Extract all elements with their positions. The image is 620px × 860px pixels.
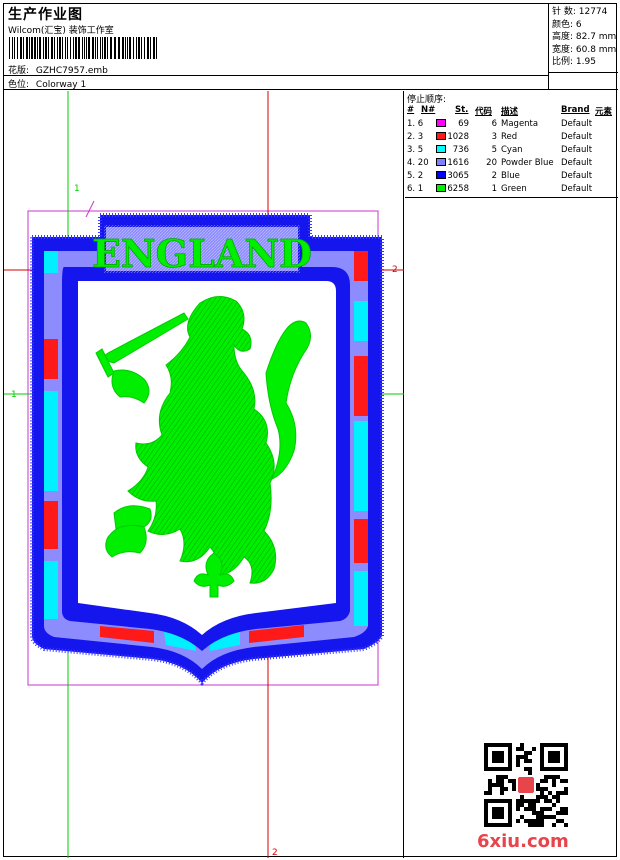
cell-index: 6. 1: [407, 184, 424, 194]
colorway-value: Colorway 1: [35, 80, 87, 90]
table-row: 5. 2 3065 2 Blue Default: [405, 170, 618, 183]
cell-code: 5: [491, 145, 497, 155]
cell-brand: Default: [561, 171, 593, 181]
table-row: 4. 20 1616 20 Powder Blue Default: [405, 157, 618, 170]
cell-stitches: 3065: [447, 171, 469, 181]
embroidery-preview: ENGLAND 1 2 1 2: [4, 91, 404, 858]
cell-stitches: 1616: [447, 158, 469, 168]
cell-brand: Default: [561, 145, 593, 155]
col-code: 代码: [475, 107, 493, 117]
stats-divider: [548, 72, 618, 73]
cell-brand: Default: [561, 132, 593, 142]
cell-description: Cyan: [501, 145, 523, 155]
axis-label-bottom: 2: [272, 848, 278, 858]
cell-index: 3. 5: [407, 145, 424, 155]
cell-index: 1. 6: [407, 119, 424, 129]
color-sequence-panel: 停止顺序: # N# St. 代码 描述 Brand 元素 1. 6 69 6 Mag…: [405, 91, 618, 858]
cell-index: 4. 20: [407, 158, 429, 168]
sheet-header: 生产作业图 Wilcom(汇宝) 装饰工作室 花版: GZHC7957.emb …: [4, 4, 618, 90]
design-preview: ENGLAND 1 2 1 2: [4, 91, 404, 858]
stat-scale: 比例: 1.95: [552, 57, 596, 67]
table-row: 2. 3 1028 3 Red Default: [405, 131, 618, 144]
sheet-title: 生产作业图: [8, 7, 83, 23]
sheet-subtitle: Wilcom(汇宝) 装饰工作室: [8, 26, 114, 36]
cell-code: 2: [491, 171, 497, 181]
barcode: [9, 37, 157, 59]
col-index: #: [407, 105, 415, 115]
axis-label-left: 1: [11, 390, 17, 400]
col-needle: N#: [421, 105, 436, 115]
cell-code: 1: [491, 184, 497, 194]
cell-description: Blue: [501, 171, 520, 181]
cell-stitches: 1028: [447, 132, 469, 142]
cell-index: 5. 2: [407, 171, 424, 181]
colorway: 色位: Colorway 1: [8, 77, 86, 90]
col-description: 描述: [501, 107, 519, 117]
cell-index: 2. 3: [407, 132, 424, 142]
cell-code: 6: [491, 119, 497, 129]
design-stats: 针 数: 12774 颜色: 6 高度: 82.7 mm 宽度: 60.8 mm…: [548, 4, 618, 90]
cell-description: Powder Blue: [501, 158, 554, 168]
stat-colors: 颜色: 6: [552, 19, 582, 30]
qr-code: [484, 743, 568, 827]
cell-brand: Default: [561, 158, 593, 168]
col-element: 元素: [595, 107, 613, 117]
axis-label-top: 1: [74, 184, 80, 194]
cell-brand: Default: [561, 119, 593, 129]
stat-stitches: 针 数: 12774: [552, 7, 608, 17]
divider: [4, 75, 548, 76]
stat-height: 高度: 82.7 mm: [552, 32, 617, 42]
production-sheet: 生产作业图 Wilcom(汇宝) 装饰工作室 花版: GZHC7957.emb …: [3, 3, 618, 858]
axis-label-right: 2: [392, 265, 398, 275]
col-brand: Brand: [561, 105, 590, 115]
stop-sequence-table: # N# St. 代码 描述 Brand 元素 1. 6 69 6 Magenta De…: [405, 104, 618, 196]
table-row: 6. 1 6258 1 Green Default: [405, 183, 618, 196]
cell-stitches: 6258: [447, 184, 469, 194]
table-header: # N# St. 代码 描述 Brand 元素: [405, 104, 618, 118]
watermark: 6xiu.com: [477, 831, 569, 852]
table-row: 3. 5 736 5 Cyan Default: [405, 144, 618, 157]
cell-stitches: 736: [452, 145, 469, 155]
cell-description: Red: [501, 132, 518, 142]
cell-code: 20: [486, 158, 497, 168]
cell-brand: Default: [561, 184, 593, 194]
stat-width: 宽度: 60.8 mm: [552, 44, 617, 55]
cell-stitches: 69: [458, 119, 469, 129]
colorway-label: 色位:: [8, 80, 30, 90]
cell-description: Magenta: [501, 119, 539, 129]
table-divider: [405, 197, 618, 198]
cell-description: Green: [501, 184, 527, 194]
banner-text: ENGLAND: [92, 231, 312, 276]
col-stitches: St.: [455, 105, 469, 115]
cell-code: 3: [491, 132, 497, 142]
header-info: 生产作业图 Wilcom(汇宝) 装饰工作室 花版: GZHC7957.emb …: [4, 4, 548, 90]
table-row: 1. 6 69 6 Magenta Default: [405, 118, 618, 131]
